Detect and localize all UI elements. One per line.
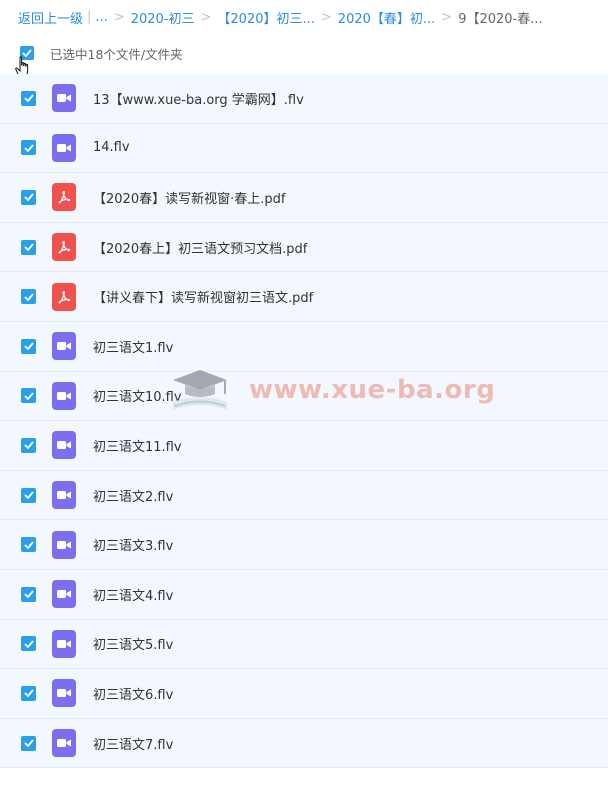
selection-count-label: 已选中18个文件/文件夹 — [50, 46, 183, 62]
check-icon — [23, 293, 34, 301]
file-name[interactable]: 初三语文1.flv — [93, 337, 173, 356]
video-camera-icon — [57, 590, 71, 599]
file-name[interactable]: 13【www.xue-ba.org 学霸网】.flv — [93, 89, 304, 108]
file-name[interactable]: 初三语文10.flv — [93, 386, 182, 405]
file-row[interactable]: 【讲义春下】读写新视窗初三语文.pdf — [0, 272, 608, 322]
pdf-acrobat-icon — [58, 191, 71, 205]
breadcrumb-current: 9【2020-春... — [458, 11, 543, 27]
file-name[interactable]: 初三语文3.flv — [93, 535, 173, 554]
breadcrumb-item-3[interactable]: 2020【春】初... — [338, 8, 435, 27]
file-row[interactable]: 初三语文1.flv — [0, 321, 608, 372]
video-camera-icon — [57, 94, 71, 103]
file-checkbox[interactable] — [21, 388, 36, 404]
breadcrumb-separator: > — [320, 9, 332, 25]
video-file-icon — [52, 530, 76, 559]
check-icon — [23, 590, 34, 599]
file-checkbox[interactable] — [21, 289, 36, 305]
file-checkbox[interactable] — [21, 586, 36, 602]
video-file-icon — [52, 679, 76, 708]
file-row[interactable]: 初三语文5.flv — [0, 619, 608, 670]
file-name[interactable]: 初三语文2.flv — [93, 486, 173, 505]
back-link[interactable]: 返回上一级 — [18, 8, 83, 27]
file-row[interactable]: 初三语文7.flv — [0, 718, 608, 769]
file-row[interactable]: 【2020春上】初三语文预习文档.pdf — [0, 222, 608, 273]
video-file-icon — [52, 381, 76, 410]
breadcrumb-item-1[interactable]: 2020-初三 — [131, 8, 195, 27]
video-camera-icon — [57, 739, 71, 748]
file-checkbox[interactable] — [21, 537, 36, 553]
file-row[interactable]: 初三语文10.flv — [0, 371, 608, 422]
breadcrumb-separator: > — [441, 9, 453, 25]
pdf-acrobat-icon — [58, 290, 71, 304]
check-icon — [23, 392, 34, 400]
check-icon — [23, 94, 34, 103]
file-checkbox[interactable] — [21, 487, 36, 503]
file-checkbox[interactable] — [21, 735, 36, 751]
breadcrumb-separator: > — [200, 9, 212, 25]
video-camera-icon — [57, 639, 71, 648]
file-name[interactable]: 初三语文11.flv — [93, 436, 182, 455]
file-row[interactable]: 初三语文2.flv — [0, 470, 608, 521]
file-row[interactable]: 【2020春】读写新视窗·春上.pdf — [0, 173, 608, 223]
check-icon — [23, 193, 34, 202]
pdf-file-icon — [52, 233, 76, 262]
file-checkbox[interactable] — [21, 239, 36, 255]
pdf-acrobat-icon — [58, 240, 71, 254]
check-icon — [23, 739, 34, 748]
check-icon — [23, 689, 34, 698]
breadcrumb-item-2[interactable]: 【2020】初三... — [217, 8, 314, 27]
file-name[interactable]: 初三语文6.flv — [93, 684, 173, 703]
video-file-icon — [52, 431, 76, 460]
check-icon — [23, 541, 34, 549]
check-icon — [23, 243, 34, 252]
file-row[interactable]: 14.flv — [0, 123, 608, 174]
file-row[interactable]: 初三语文4.flv — [0, 569, 608, 620]
file-checkbox[interactable] — [21, 636, 36, 652]
file-row[interactable]: 初三语文11.flv — [0, 421, 608, 471]
pdf-file-icon — [52, 282, 76, 311]
video-camera-icon — [57, 540, 71, 549]
breadcrumb-separator: > — [113, 9, 125, 25]
video-camera-icon — [57, 689, 71, 698]
video-camera-icon — [57, 491, 71, 500]
breadcrumb-divider: | — [87, 9, 92, 25]
file-name[interactable]: 初三语文4.flv — [93, 585, 173, 604]
file-name[interactable]: 【2020春上】初三语文预习文档.pdf — [93, 238, 307, 257]
file-name[interactable]: 初三语文7.flv — [93, 734, 173, 753]
file-name[interactable]: 初三语文5.flv — [93, 634, 173, 653]
file-name[interactable]: 【讲义春下】读写新视窗初三语文.pdf — [93, 287, 313, 306]
check-icon — [23, 144, 34, 152]
file-list: 13【www.xue-ba.org 学霸网】.flv 14.flv 【2020春… — [0, 74, 608, 769]
check-icon — [23, 441, 34, 450]
breadcrumb-ellipsis[interactable]: ... — [95, 10, 107, 25]
check-icon — [23, 491, 34, 500]
video-camera-icon — [57, 441, 71, 450]
file-name[interactable]: 14.flv — [93, 140, 130, 155]
file-checkbox[interactable] — [21, 437, 36, 453]
check-icon — [23, 342, 34, 351]
pdf-file-icon — [52, 183, 76, 212]
file-checkbox[interactable] — [21, 140, 36, 156]
file-checkbox[interactable] — [21, 338, 36, 354]
selection-bar: 已选中18个文件/文件夹 — [0, 34, 608, 77]
video-file-icon — [52, 629, 76, 658]
video-camera-icon — [57, 143, 71, 152]
file-row[interactable]: 初三语文6.flv — [0, 669, 608, 719]
video-file-icon — [52, 580, 76, 609]
video-file-icon — [52, 481, 76, 510]
check-icon — [23, 640, 34, 648]
file-checkbox[interactable] — [21, 189, 36, 205]
file-name[interactable]: 【2020春】读写新视窗·春上.pdf — [93, 188, 285, 207]
video-file-icon — [52, 84, 76, 113]
file-row[interactable]: 13【www.xue-ba.org 学霸网】.flv — [0, 74, 608, 124]
video-camera-icon — [57, 342, 71, 351]
file-checkbox[interactable] — [21, 685, 36, 701]
video-file-icon — [52, 729, 76, 758]
video-file-icon — [52, 332, 76, 361]
video-file-icon — [52, 133, 76, 162]
video-camera-icon — [57, 391, 71, 400]
breadcrumb: 返回上一级 | ... > 2020-初三 > 【2020】初三... > 20… — [0, 0, 608, 34]
file-checkbox[interactable] — [21, 90, 36, 106]
file-row[interactable]: 初三语文3.flv — [0, 520, 608, 570]
